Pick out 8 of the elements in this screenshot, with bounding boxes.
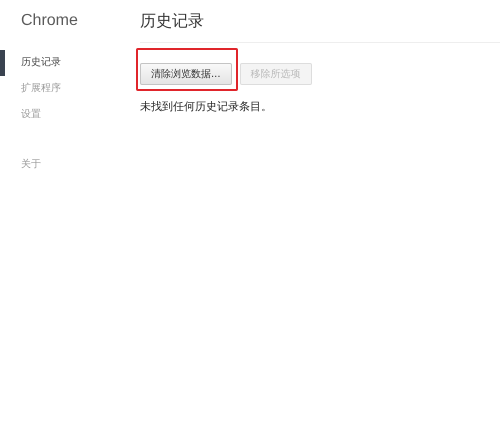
empty-message: 未找到任何历史记录条目。 bbox=[140, 99, 273, 114]
sidebar-item[interactable]: 关于 bbox=[0, 152, 41, 178]
sidebar-item[interactable]: 设置 bbox=[0, 102, 41, 128]
page-title: 历史记录 bbox=[140, 10, 204, 32]
sidebar-item[interactable]: 历史记录 bbox=[0, 50, 61, 76]
sidebar-item[interactable]: 扩展程序 bbox=[0, 76, 61, 102]
action-button[interactable]: 清除浏览数据... bbox=[140, 63, 232, 85]
sidebar-title: Chrome bbox=[20, 12, 79, 31]
